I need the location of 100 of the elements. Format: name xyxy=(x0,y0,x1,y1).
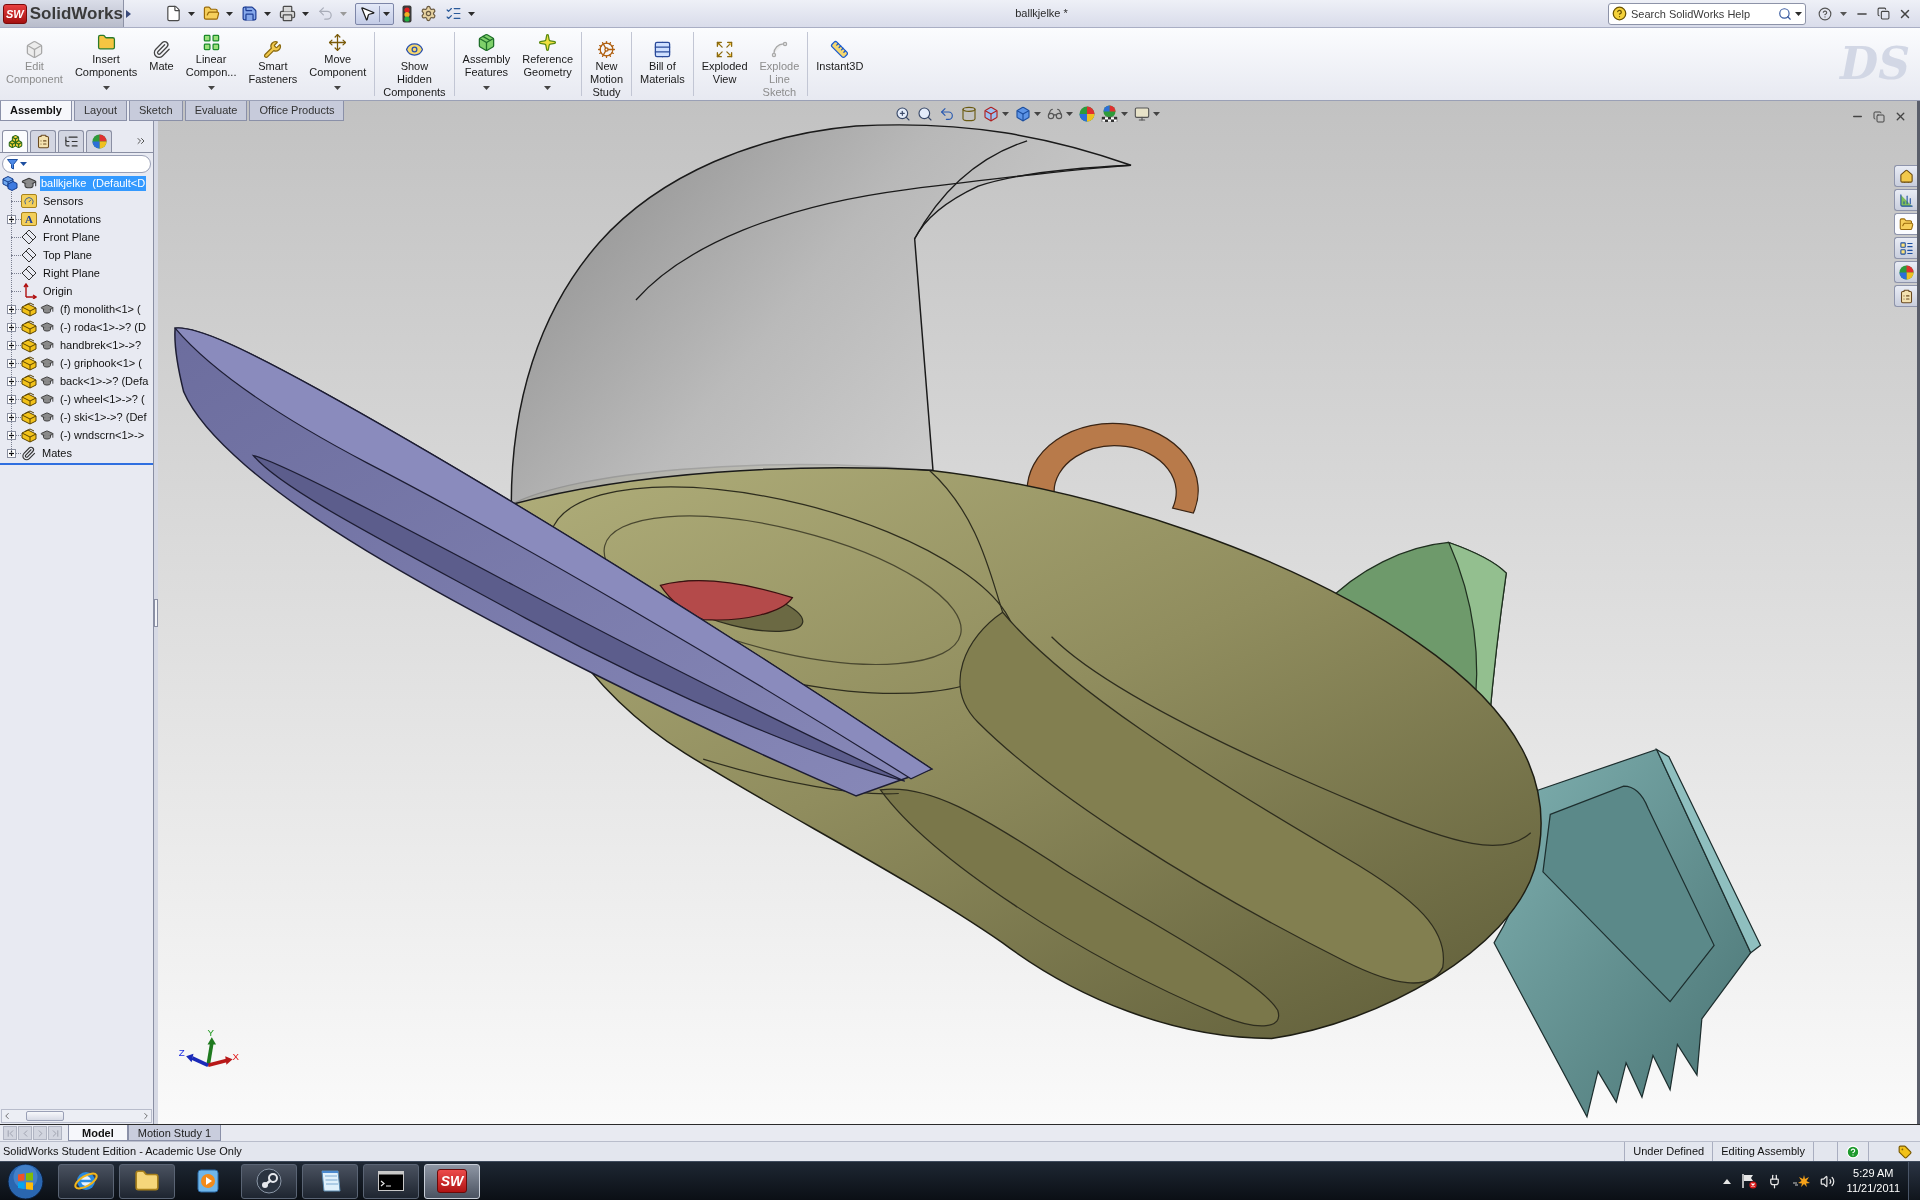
caret-icon[interactable] xyxy=(1840,11,1847,16)
up-arrow-icon[interactable] xyxy=(1722,1178,1731,1184)
tree-item[interactable]: Annotations xyxy=(42,211,103,227)
linear-pattern-button[interactable]: Linear Compon... xyxy=(179,28,243,100)
caret-icon[interactable] xyxy=(264,11,271,16)
monitor-icon[interactable] xyxy=(1134,105,1150,122)
tree-item[interactable]: (-) wheel<1>->? ( xyxy=(59,391,146,407)
show-desktop-button[interactable] xyxy=(1908,1162,1920,1200)
move-component-button[interactable]: Move Component xyxy=(303,28,373,100)
tree-item[interactable]: (f) monolith<1> ( xyxy=(59,301,142,317)
mate-button[interactable]: Mate xyxy=(143,28,180,100)
cylinder-icon[interactable] xyxy=(961,105,977,122)
pointer-icon[interactable] xyxy=(359,5,376,22)
clock-date[interactable]: 11/21/2011 xyxy=(1846,1181,1900,1196)
tree-item[interactable]: (-) wndscrn<1>-> xyxy=(59,427,146,443)
tree-toggle-icon[interactable] xyxy=(7,322,16,332)
shaded-cube-icon[interactable] xyxy=(1015,105,1031,122)
task-pane-tab[interactable] xyxy=(1894,261,1917,283)
start-orb-icon[interactable] xyxy=(7,1162,44,1200)
scrollbar-thumb[interactable] xyxy=(26,1111,64,1121)
caret-icon[interactable] xyxy=(468,11,475,16)
traffic-light-icon[interactable] xyxy=(402,4,412,23)
splitter-handle[interactable] xyxy=(154,598,158,627)
magnifier-icon[interactable] xyxy=(917,105,933,122)
tree-item[interactable]: (-) ski<1>->? (Def xyxy=(59,409,148,425)
folder-open-icon[interactable] xyxy=(203,5,220,22)
caret-icon[interactable] xyxy=(1795,11,1802,16)
taskbar-button[interactable] xyxy=(58,1163,114,1199)
tree-toggle-icon[interactable] xyxy=(7,448,16,458)
tree-item[interactable]: Origin xyxy=(42,283,74,299)
panel-tab[interactable] xyxy=(58,130,84,152)
smart-fasteners-button[interactable]: Smart Fasteners xyxy=(242,28,304,100)
tree-item[interactable]: back<1>->? (Defa xyxy=(59,373,150,389)
printer-icon[interactable] xyxy=(279,5,296,22)
tag-icon[interactable] xyxy=(1898,1144,1912,1159)
speaker-icon[interactable] xyxy=(1819,1173,1835,1189)
tree-item[interactable]: Sensors xyxy=(42,193,85,209)
command-tab[interactable]: Evaluate xyxy=(184,101,248,121)
tree-toggle-icon[interactable] xyxy=(7,412,16,422)
task-pane-tab[interactable] xyxy=(1894,165,1917,187)
motion-study-button[interactable]: New Motion Study xyxy=(584,28,630,100)
model-tab[interactable]: Motion Study 1 xyxy=(127,1125,222,1141)
tree-toggle-icon[interactable] xyxy=(7,340,16,350)
taskbar-button[interactable]: SW xyxy=(424,1163,480,1199)
exploded-view-button[interactable]: Exploded View xyxy=(695,28,754,100)
taskbar-button[interactable] xyxy=(119,1163,175,1199)
command-tab[interactable]: Assembly xyxy=(0,101,72,121)
search-field[interactable]: Search SolidWorks Help xyxy=(1608,2,1806,25)
panel-tab[interactable] xyxy=(2,130,28,152)
instant3d-button[interactable]: Instant3D xyxy=(810,28,870,100)
tree-item[interactable]: (-) roda<1>->? (D xyxy=(59,319,147,335)
caret-icon[interactable] xyxy=(188,11,195,16)
checkered-ball-icon[interactable] xyxy=(1101,105,1118,122)
document-icon[interactable] xyxy=(165,5,182,22)
panel-tab[interactable] xyxy=(86,130,112,152)
caret-icon[interactable] xyxy=(302,11,309,16)
spark-icon[interactable] xyxy=(1791,1174,1810,1188)
tree-toggle-icon[interactable] xyxy=(7,430,16,440)
tree-toggle-icon[interactable] xyxy=(7,358,16,368)
taskbar-button[interactable] xyxy=(241,1163,297,1199)
restore-icon[interactable] xyxy=(1873,110,1885,123)
command-tab[interactable]: Layout xyxy=(74,101,127,121)
cube-icon[interactable] xyxy=(983,105,999,122)
reference-geometry-button[interactable]: Reference Geometry xyxy=(516,28,580,100)
show-hidden-button[interactable]: Show Hidden Components xyxy=(377,28,452,100)
menu-arrow-icon[interactable] xyxy=(126,9,131,18)
tree-toggle-icon[interactable] xyxy=(7,394,16,404)
gear-icon[interactable] xyxy=(420,5,437,22)
command-tab[interactable]: Sketch xyxy=(129,101,183,121)
taskbar-button[interactable] xyxy=(363,1163,419,1199)
search-icon[interactable] xyxy=(1778,6,1792,21)
panel-tab[interactable] xyxy=(30,130,56,152)
tree-toggle-icon[interactable] xyxy=(7,214,16,224)
close-icon[interactable] xyxy=(1894,110,1907,123)
caret-icon[interactable] xyxy=(383,11,390,16)
insert-components-button[interactable]: Insert Components xyxy=(68,28,144,100)
tree-item[interactable]: (-) griphook<1> ( xyxy=(59,355,143,371)
taskbar-button[interactable] xyxy=(302,1163,358,1199)
tree-item[interactable]: Top Plane xyxy=(42,247,93,263)
horizontal-scrollbar[interactable] xyxy=(1,1109,152,1123)
tree-item[interactable]: Right Plane xyxy=(42,265,101,281)
zoom-in-icon[interactable] xyxy=(895,105,911,122)
bom-button[interactable]: Bill of Materials xyxy=(634,28,691,100)
model-tab[interactable]: Model xyxy=(68,1125,128,1141)
color-ball-icon[interactable] xyxy=(1079,105,1095,122)
assembly-features-button[interactable]: Assembly Features xyxy=(456,28,517,100)
tree-toggle-icon[interactable] xyxy=(7,376,16,386)
caret-icon[interactable] xyxy=(226,11,233,16)
task-pane-tab[interactable] xyxy=(1894,189,1917,211)
task-pane-tab[interactable] xyxy=(1894,213,1917,235)
chevrons-right-icon[interactable] xyxy=(135,135,147,147)
tree-item[interactable]: Mates xyxy=(41,445,73,461)
tree-item[interactable]: handbrek<1>->? xyxy=(59,337,143,353)
help-icon[interactable] xyxy=(1818,6,1832,21)
tree-item[interactable]: Front Plane xyxy=(42,229,101,245)
flag-icon[interactable] xyxy=(1740,1173,1757,1189)
back-arrow-icon[interactable] xyxy=(939,105,955,122)
task-pane-tab[interactable] xyxy=(1894,237,1917,259)
restore-icon[interactable] xyxy=(1877,7,1890,20)
checklist-icon[interactable] xyxy=(445,5,462,22)
